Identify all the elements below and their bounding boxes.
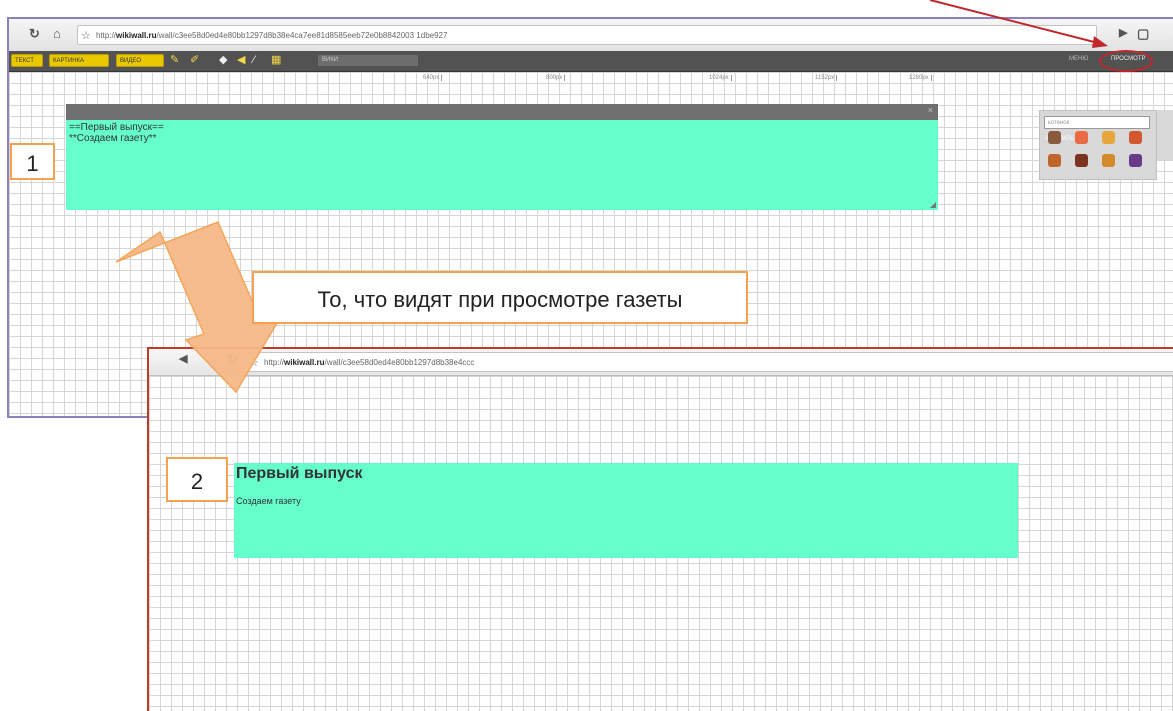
editor-toolbar: ТЕКСТ КАРТИНКА ВИДЕО ✎ ✐ ◆ ◀ ⁄ ▦ ВИКИ МЕ… — [9, 51, 1173, 72]
sticker-search-input[interactable]: котенок — [1044, 116, 1150, 129]
image-tool-button[interactable]: КАРТИНКА — [49, 54, 109, 67]
ruler-mark: 800px — [546, 75, 566, 81]
sticker-item[interactable] — [1075, 154, 1088, 167]
close-icon[interactable]: × — [928, 105, 933, 115]
play-icon[interactable]: ▶ — [1119, 26, 1127, 39]
star-icon[interactable]: ☆ — [249, 353, 259, 371]
editor-markup-text[interactable]: ==Первый выпуск== **Создаем газету** — [66, 120, 938, 146]
pencil-icon[interactable]: ✎ — [170, 54, 179, 67]
side-panel-tab[interactable] — [1157, 110, 1173, 160]
menu-link[interactable]: МЕНЮ — [1069, 56, 1088, 62]
wall-canvas: Первый выпуск Создаем газету — [149, 376, 1173, 711]
ruler-mark: 640px — [423, 75, 443, 81]
preview-highlight-circle — [1099, 50, 1153, 72]
browser-address-bar: ↻ ⌂ ☆ http://wikiwall.ru/wall/c3ee58d0ed… — [9, 19, 1173, 52]
text-editor-block[interactable]: × ==Первый выпуск== **Создаем газету** ◢ — [66, 104, 938, 210]
sticker-item[interactable] — [1129, 154, 1142, 167]
sticker-item[interactable] — [1102, 131, 1115, 144]
sticker-panel: котенок ВЫБРАТЬ — [1039, 110, 1157, 180]
back-icon[interactable]: ◀ — [179, 352, 187, 365]
editor-title-bar[interactable]: × — [66, 104, 938, 120]
text-tool-button[interactable]: ТЕКСТ — [11, 54, 43, 67]
url-field[interactable]: ☆ http://wikiwall.ru/wall/c3ee58d0ed4e80… — [245, 352, 1173, 372]
ruler-mark: 1280px — [909, 75, 932, 81]
url-field[interactable]: ☆ http://wikiwall.ru/wall/c3ee58d0ed4e80… — [77, 25, 1097, 45]
newspaper-block: Первый выпуск Создаем газету — [234, 463, 1018, 558]
preview-window: ◀ ↻ ☆ http://wikiwall.ru/wall/c3ee58d0ed… — [147, 347, 1173, 711]
ruler-mark: 1152px — [815, 75, 838, 81]
sticker-item[interactable] — [1102, 154, 1115, 167]
arrow-icon[interactable]: ◀ — [237, 54, 245, 67]
caption-box: То, что видят при просмотре газеты — [252, 271, 748, 324]
sticker-item[interactable] — [1075, 131, 1088, 144]
newspaper-heading: Первый выпуск — [236, 465, 363, 482]
star-icon[interactable]: ☆ — [81, 26, 91, 44]
video-tool-button[interactable]: ВИДЕО — [116, 54, 164, 67]
page-menu-icon[interactable]: ▢ — [1137, 26, 1149, 42]
newspaper-body: Создаем газету — [236, 496, 301, 506]
callout-label-2: 2 — [166, 457, 228, 502]
wiki-field[interactable]: ВИКИ — [318, 55, 418, 66]
resize-handle-icon[interactable]: ◢ — [930, 200, 936, 209]
sticker-item[interactable] — [1129, 131, 1142, 144]
sticker-item[interactable] — [1048, 154, 1061, 167]
browser-address-bar: ◀ ↻ ☆ http://wikiwall.ru/wall/c3ee58d0ed… — [149, 349, 1173, 376]
callout-label-1: 1 — [10, 143, 55, 180]
ruler-mark: 1024px — [709, 75, 732, 81]
home-icon[interactable]: ⌂ — [53, 26, 61, 41]
reload-icon[interactable]: ↻ — [227, 352, 238, 368]
grid-icon[interactable]: ▦ — [271, 54, 281, 67]
reload-icon[interactable]: ↻ — [29, 26, 40, 42]
brush-icon[interactable]: ✐ — [190, 54, 199, 67]
eraser-icon[interactable]: ◆ — [219, 54, 227, 67]
sticker-item[interactable] — [1048, 131, 1061, 144]
line-icon[interactable]: ⁄ — [253, 54, 255, 67]
